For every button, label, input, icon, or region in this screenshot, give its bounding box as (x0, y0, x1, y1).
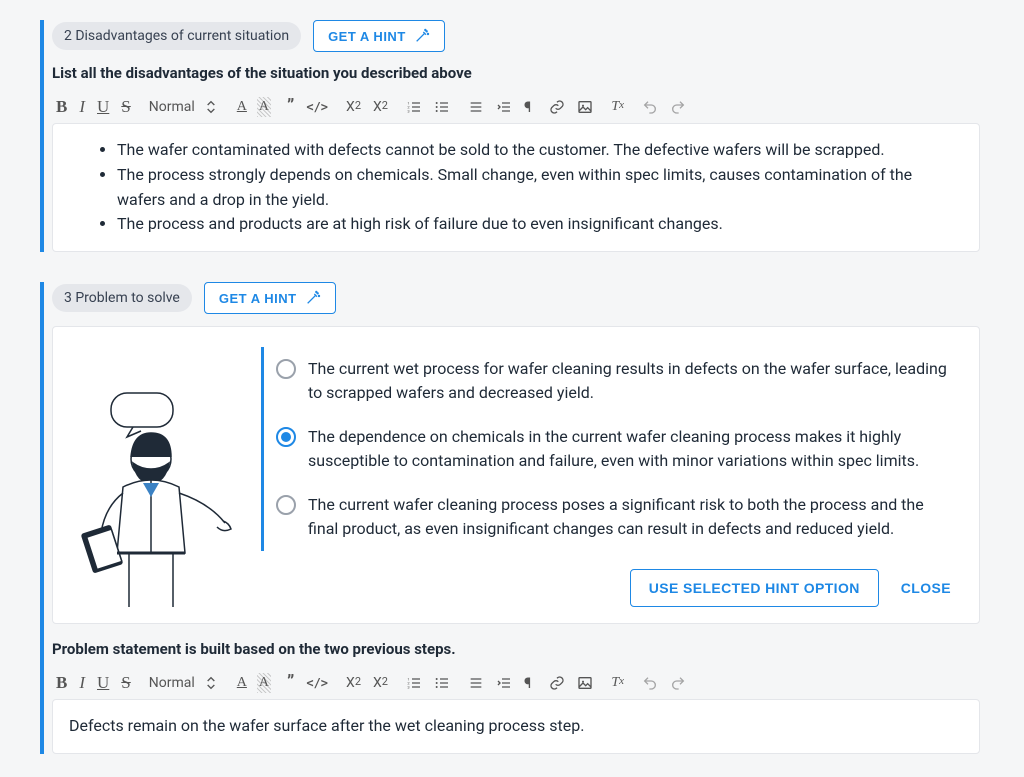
problem-statement-editor[interactable]: Defects remain on the wafer surface afte… (52, 699, 980, 754)
heading-select-label: Normal (149, 99, 195, 115)
text-color-button[interactable]: A (237, 99, 247, 115)
section-header: 2 Disadvantages of current situation GET… (44, 20, 984, 52)
chevron-updown-icon (203, 675, 219, 691)
hint-option[interactable]: The current wafer cleaning process poses… (264, 483, 955, 551)
align-button[interactable] (468, 99, 484, 115)
hint-option-text: The dependence on chemicals in the curre… (308, 425, 955, 473)
hint-actions: USE SELECTED HINT OPTION CLOSE (261, 569, 955, 607)
italic-button[interactable]: I (79, 97, 85, 117)
underline-button[interactable]: U (97, 673, 109, 693)
clear-format-button[interactable]: Tx (611, 675, 624, 691)
get-hint-label: GET A HINT (219, 291, 297, 306)
heading-select-label: Normal (149, 675, 195, 691)
paragraph-button[interactable]: ¶ (524, 98, 531, 116)
get-hint-button[interactable]: GET A HINT (204, 282, 336, 314)
bold-button[interactable]: B (56, 97, 67, 117)
svg-text:3: 3 (407, 108, 409, 113)
bullet-list: The wafer contaminated with defects cann… (77, 138, 955, 237)
hint-option-text: The current wafer cleaning process poses… (308, 493, 955, 541)
magic-wand-icon (414, 28, 430, 44)
get-hint-button[interactable]: GET A HINT (313, 20, 445, 52)
link-button[interactable] (549, 99, 565, 115)
indent-button[interactable] (496, 99, 512, 115)
hint-options-list: The current wet process for wafer cleani… (261, 347, 955, 607)
subscript-button[interactable]: X2 (346, 675, 361, 691)
superscript-button[interactable]: X2 (373, 99, 388, 115)
step-badge-3: 3 Problem to solve (52, 284, 192, 312)
clear-format-button[interactable]: Tx (611, 99, 624, 115)
chevron-updown-icon (203, 99, 219, 115)
hint-option[interactable]: The dependence on chemicals in the curre… (264, 415, 955, 483)
radio-icon (276, 359, 296, 379)
strike-button[interactable]: S (121, 673, 130, 693)
highlight-button[interactable]: A (259, 675, 269, 691)
superscript-button[interactable]: X2 (373, 675, 388, 691)
code-button[interactable]: </> (306, 100, 328, 114)
subscript-button[interactable]: X2 (346, 99, 361, 115)
prompt-text: List all the disadvantages of the situat… (44, 64, 984, 82)
radio-icon (276, 495, 296, 515)
paragraph-button[interactable]: ¶ (524, 674, 531, 692)
section-header: 3 Problem to solve GET A HINT (44, 282, 984, 314)
ordered-list-button[interactable]: 123 (406, 675, 422, 691)
list-item: The process and products are at high ris… (117, 212, 955, 237)
radio-icon (276, 427, 296, 447)
strike-button[interactable]: S (121, 97, 130, 117)
editor-toolbar: B I U S Normal A A ” </> X2 X2 123 ¶ (44, 90, 984, 123)
highlight-button[interactable]: A (259, 99, 269, 115)
step-badge-2: 2 Disadvantages of current situation (52, 22, 301, 50)
ordered-list-button[interactable]: 123 (406, 99, 422, 115)
redo-button[interactable] (670, 99, 686, 115)
code-button[interactable]: </> (306, 676, 328, 690)
assistant-illustration (73, 347, 243, 607)
link-button[interactable] (549, 675, 565, 691)
disadvantages-editor[interactable]: The wafer contaminated with defects cann… (52, 123, 980, 252)
heading-select[interactable]: Normal (149, 675, 219, 691)
unordered-list-button[interactable] (434, 675, 450, 691)
unordered-list-button[interactable] (434, 99, 450, 115)
redo-button[interactable] (670, 675, 686, 691)
section-disadvantages: 2 Disadvantages of current situation GET… (40, 20, 984, 252)
undo-button[interactable] (642, 99, 658, 115)
svg-text:3: 3 (407, 684, 409, 689)
magic-wand-icon (305, 290, 321, 306)
image-button[interactable] (577, 675, 593, 691)
use-selected-hint-button[interactable]: USE SELECTED HINT OPTION (630, 569, 879, 607)
bold-button[interactable]: B (56, 673, 67, 693)
indent-button[interactable] (496, 675, 512, 691)
underline-button[interactable]: U (97, 97, 109, 117)
close-hint-button[interactable]: CLOSE (897, 570, 955, 606)
quote-button[interactable]: ” (287, 96, 294, 117)
italic-button[interactable]: I (79, 673, 85, 693)
list-item: The process strongly depends on chemical… (117, 163, 955, 213)
heading-select[interactable]: Normal (149, 99, 219, 115)
prompt-text: Problem statement is built based on the … (44, 640, 984, 658)
hint-options-panel: The current wet process for wafer cleani… (52, 326, 980, 624)
align-button[interactable] (468, 675, 484, 691)
image-button[interactable] (577, 99, 593, 115)
hint-option[interactable]: The current wet process for wafer cleani… (264, 347, 955, 415)
text-color-button[interactable]: A (237, 675, 247, 691)
get-hint-label: GET A HINT (328, 29, 406, 44)
list-item: The wafer contaminated with defects cann… (117, 138, 955, 163)
hint-option-text: The current wet process for wafer cleani… (308, 357, 955, 405)
editor-toolbar: B I U S Normal A A ” </> X2 X2 123 ¶ (44, 666, 984, 699)
undo-button[interactable] (642, 675, 658, 691)
section-problem: 3 Problem to solve GET A HINT (40, 282, 984, 754)
quote-button[interactable]: ” (287, 672, 294, 693)
